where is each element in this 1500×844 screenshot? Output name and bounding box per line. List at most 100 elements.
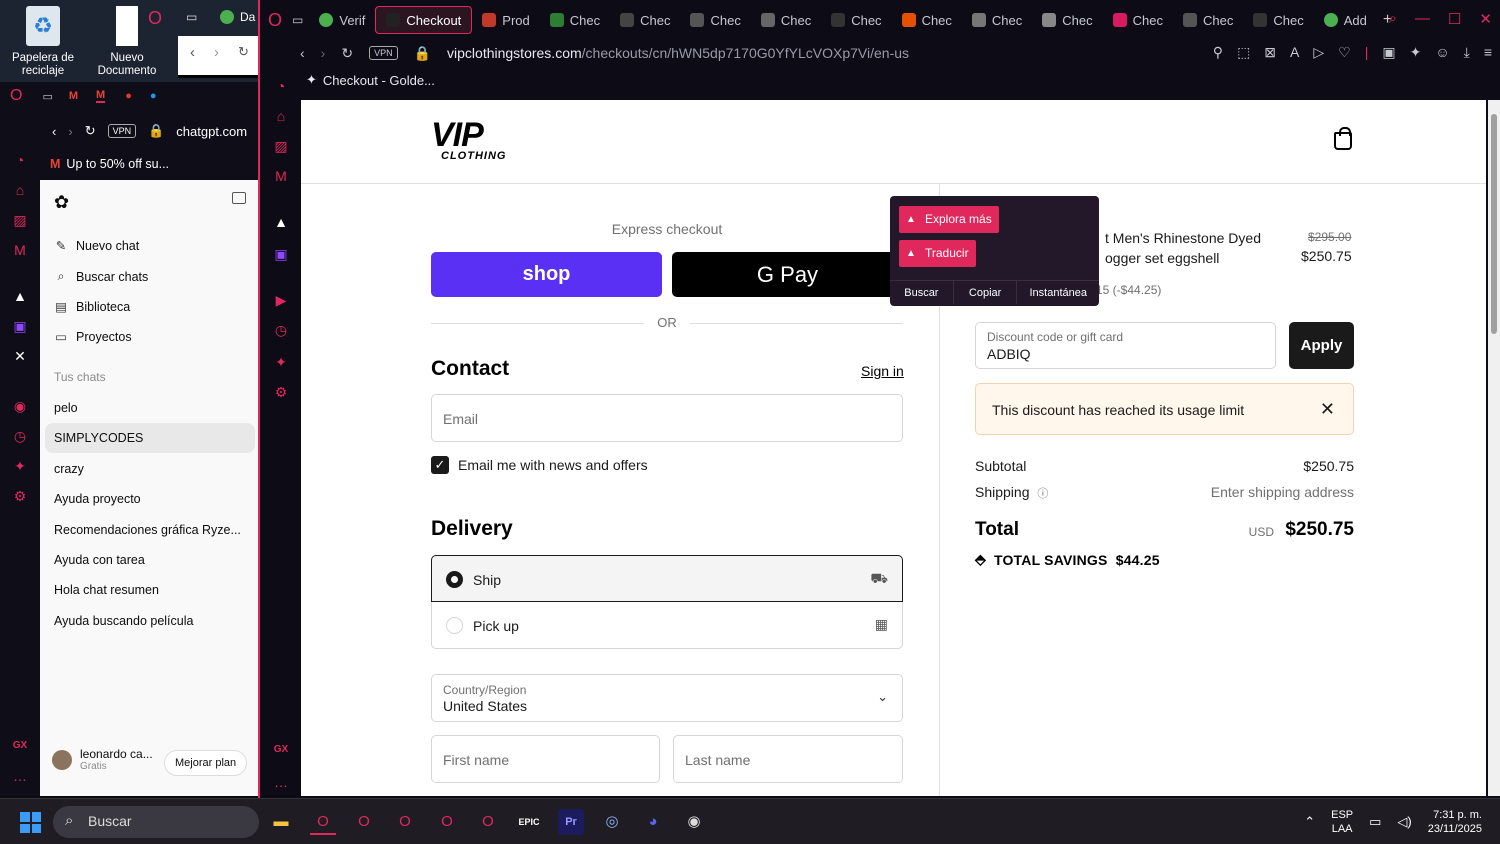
close-icon[interactable]: ✕ bbox=[1479, 10, 1492, 28]
translate-icon[interactable]: A bbox=[1290, 44, 1299, 61]
discount-code-input[interactable]: Discount code or gift card ADBIQ bbox=[975, 322, 1276, 369]
windows-start-icon[interactable] bbox=[20, 812, 41, 833]
chat-item[interactable]: Hola chat resumen bbox=[45, 575, 255, 605]
left-url-text[interactable]: chatgpt.com bbox=[176, 124, 247, 139]
spotify-icon[interactable]: ◉ bbox=[10, 396, 30, 416]
url-text[interactable]: vipclothingstores.com/checkouts/cn/hWN5d… bbox=[447, 45, 909, 61]
tab[interactable]: Chec bbox=[1103, 6, 1173, 34]
news-checkbox[interactable]: ✓ bbox=[431, 456, 449, 474]
tab-checkout[interactable]: Checkout bbox=[375, 6, 473, 34]
reload-icon[interactable]: ↻ bbox=[85, 123, 96, 139]
extensions-icon[interactable]: ✦ bbox=[10, 456, 30, 476]
aria-icon[interactable]: ▲ bbox=[10, 286, 30, 306]
google-pay-button[interactable]: G Pay bbox=[672, 252, 903, 297]
brand-logo[interactable]: VIP CLOTHING bbox=[431, 118, 506, 162]
epic-games-icon[interactable]: EPIC bbox=[516, 809, 542, 835]
back-icon[interactable]: ‹ bbox=[52, 124, 56, 139]
player-icon[interactable]: ▶ bbox=[271, 290, 291, 310]
tab-icon[interactable]: ▭ bbox=[42, 90, 52, 103]
account-icon[interactable]: ☺ bbox=[1435, 44, 1449, 61]
settings-icon[interactable]: ⚙ bbox=[10, 486, 30, 506]
obs-icon[interactable]: ◉ bbox=[681, 809, 707, 835]
more-icon[interactable]: … bbox=[271, 772, 291, 792]
snapshot-icon[interactable]: ⬚ bbox=[1237, 44, 1250, 61]
mail-icon[interactable]: M bbox=[10, 240, 30, 260]
reload-icon[interactable]: ↻ bbox=[341, 45, 353, 62]
shield-icon[interactable]: ⊠ bbox=[1264, 44, 1276, 61]
tab[interactable]: Chec bbox=[1243, 6, 1313, 34]
tab[interactable]: Chec bbox=[610, 6, 680, 34]
download-icon[interactable]: ⤓ bbox=[1464, 44, 1470, 61]
discord-icon[interactable]: ◕ bbox=[640, 809, 666, 835]
language-indicator[interactable]: ESP LAA bbox=[1331, 808, 1353, 836]
feed-icon[interactable]: ▨ bbox=[10, 210, 30, 230]
opera-gx-icon[interactable]: O bbox=[434, 809, 460, 835]
tab-favicon[interactable]: ● bbox=[125, 90, 132, 102]
explore-more-button[interactable]: Explora más bbox=[899, 206, 999, 233]
maximize-icon[interactable]: ☐ bbox=[1448, 10, 1461, 28]
sidebar-toggle-icon[interactable] bbox=[232, 192, 246, 204]
steam-icon[interactable]: ◎ bbox=[599, 809, 625, 835]
menu-new-chat[interactable]: ✎ Nuevo chat bbox=[54, 238, 139, 254]
email-field[interactable]: Email bbox=[431, 394, 903, 442]
tab-favicon[interactable]: ● bbox=[150, 90, 157, 102]
taskbar-search[interactable]: ⌕ Buscar bbox=[53, 806, 259, 838]
pickup-option[interactable]: Pick up ▦ bbox=[431, 602, 903, 649]
recycle-bin-shortcut[interactable]: ♻ Papelera de reciclaje bbox=[8, 6, 78, 78]
opera-icon[interactable]: O bbox=[148, 8, 162, 29]
vpn-badge[interactable]: VPN bbox=[107, 124, 137, 138]
chevron-up-icon[interactable]: ⌃ bbox=[1304, 814, 1315, 830]
gx-icon[interactable]: GX bbox=[10, 736, 30, 756]
history-icon[interactable]: ◔ bbox=[271, 76, 291, 96]
country-select[interactable]: Country/Region United States ⌄ bbox=[431, 674, 903, 722]
mail-icon[interactable]: M bbox=[271, 166, 291, 186]
left-url-bar[interactable]: ‹ › ↻ VPN 🔒 chatgpt.com bbox=[40, 114, 260, 148]
chat-item[interactable]: Ayuda buscando película bbox=[45, 606, 255, 636]
translate-button[interactable]: Traducir bbox=[899, 240, 976, 267]
network-icon[interactable]: ▭ bbox=[1369, 814, 1381, 830]
opera-gx-icon[interactable]: O bbox=[310, 809, 336, 835]
popup-copy-button[interactable]: Copiar bbox=[954, 281, 1018, 304]
twitch-icon[interactable]: ▣ bbox=[271, 244, 291, 264]
chat-item[interactable]: pelo bbox=[45, 393, 255, 423]
tab[interactable]: Chec bbox=[680, 6, 750, 34]
first-name-field[interactable]: First name bbox=[431, 735, 660, 783]
chat-item[interactable]: Ayuda con tarea bbox=[45, 545, 255, 575]
menu-library[interactable]: ▤ Biblioteca bbox=[54, 299, 130, 315]
chat-item[interactable]: SIMPLYCODES bbox=[45, 423, 255, 453]
page-scrollbar[interactable] bbox=[1488, 100, 1500, 796]
scrollbar-thumb[interactable] bbox=[1491, 114, 1497, 334]
tab[interactable]: Chec bbox=[1173, 6, 1243, 34]
gmail-icon[interactable]: M bbox=[69, 90, 78, 102]
forward-icon[interactable]: › bbox=[321, 45, 326, 61]
tab[interactable]: Chec bbox=[751, 6, 821, 34]
minimize-icon[interactable]: — bbox=[1415, 10, 1430, 28]
heart-icon[interactable]: ♡ bbox=[1338, 44, 1351, 61]
wallet-icon[interactable]: ▣ bbox=[1382, 44, 1395, 61]
back-icon[interactable]: ‹ bbox=[300, 45, 305, 61]
file-explorer-icon[interactable]: ▬ bbox=[268, 809, 294, 835]
gmail-icon[interactable]: M bbox=[96, 89, 106, 103]
more-icon[interactable]: … bbox=[10, 766, 30, 786]
last-name-field[interactable]: Last name bbox=[673, 735, 903, 783]
settings-icon[interactable]: ⚙ bbox=[271, 382, 291, 402]
tab[interactable]: Prod bbox=[472, 6, 539, 34]
tab-da[interactable]: Da bbox=[220, 10, 255, 24]
chat-item[interactable]: Ayuda proyecto bbox=[45, 484, 255, 514]
x-icon[interactable]: ✕ bbox=[10, 346, 30, 366]
popup-search-button[interactable]: Buscar bbox=[890, 281, 954, 304]
menu-projects[interactable]: ▭ Proyectos bbox=[54, 329, 132, 345]
opera-gx-icon[interactable]: O bbox=[475, 809, 501, 835]
vpn-badge[interactable]: VPN bbox=[369, 46, 398, 60]
tab[interactable]: Chec bbox=[962, 6, 1032, 34]
tab[interactable]: Chec bbox=[1032, 6, 1102, 34]
pickup-radio[interactable] bbox=[446, 617, 463, 634]
ship-radio[interactable] bbox=[446, 571, 463, 588]
left-bookmark[interactable]: M Up to 50% off su... bbox=[40, 152, 260, 176]
tab[interactable]: Chec bbox=[892, 6, 962, 34]
cart-bag-icon[interactable] bbox=[1334, 127, 1352, 150]
forward-icon[interactable]: › bbox=[68, 124, 72, 139]
apply-button[interactable]: Apply bbox=[1289, 322, 1354, 369]
tab-icon[interactable]: ▭ bbox=[292, 13, 303, 27]
chatgpt-logo-icon[interactable]: ✿ bbox=[54, 192, 69, 213]
